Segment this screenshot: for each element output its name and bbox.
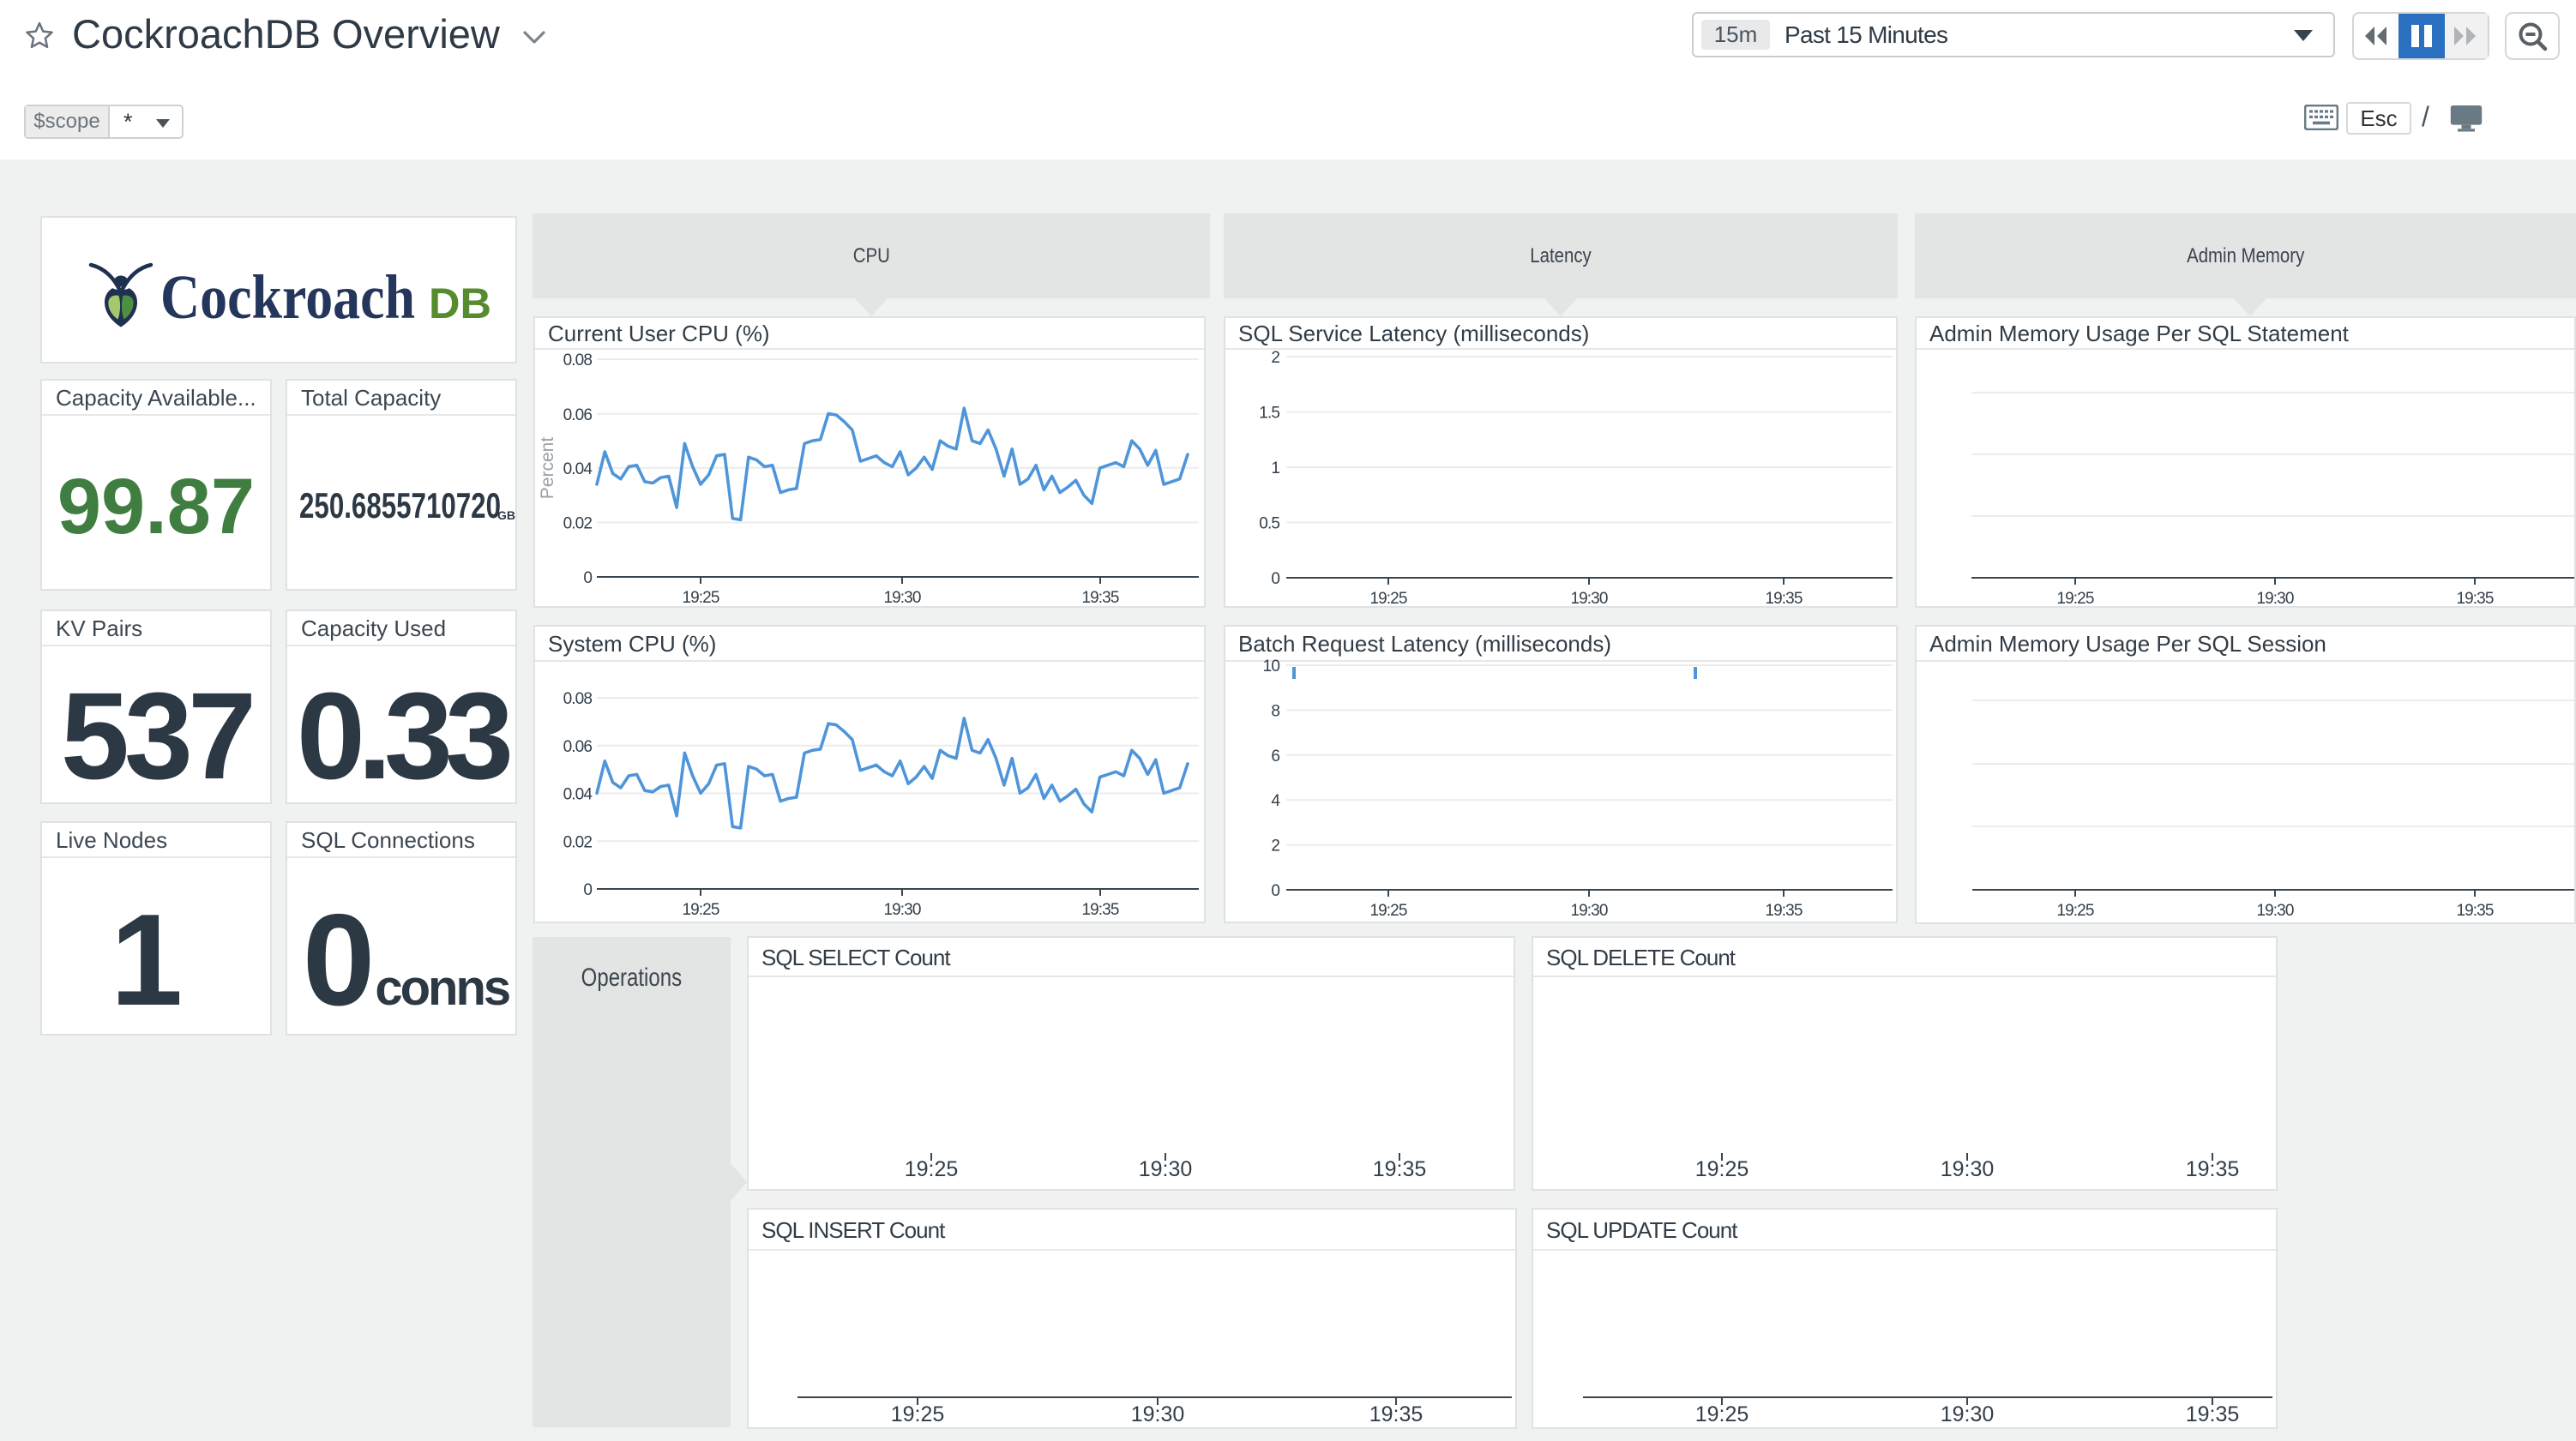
svg-text:0: 0 [1271,882,1279,900]
svg-text:0: 0 [1271,570,1279,588]
svg-text:0.08: 0.08 [563,351,593,369]
svg-text:2: 2 [1271,349,1279,367]
svg-text:250.6855710720: 250.6855710720 [299,485,501,525]
svg-text:19:35: 19:35 [2186,1157,2240,1181]
svg-text:19:35: 19:35 [2186,1402,2240,1426]
svg-text:0.5: 0.5 [1259,515,1279,533]
svg-text:Cockroach: Cockroach [160,262,415,332]
svg-text:19:25: 19:25 [1369,590,1406,606]
svg-text:19:35: 19:35 [1081,901,1118,919]
svg-text:19:30: 19:30 [1131,1402,1185,1426]
svg-text:19:25: 19:25 [2056,590,2093,606]
svg-text:0.04: 0.04 [563,460,593,478]
svg-text:DB: DB [429,279,491,327]
svg-text:19:35: 19:35 [1081,589,1118,606]
svg-text:0.02: 0.02 [563,833,593,851]
svg-text:2: 2 [1271,838,1279,856]
svg-text:0: 0 [583,569,592,587]
svg-text:19:35: 19:35 [2456,902,2493,920]
svg-text:19:25: 19:25 [2056,902,2093,920]
svg-text:19:25: 19:25 [682,589,719,606]
svg-text:0.02: 0.02 [563,515,593,533]
svg-text:19:35: 19:35 [1373,1157,1427,1181]
svg-text:19:35: 19:35 [1765,902,1802,920]
svg-text:19:30: 19:30 [2256,902,2293,920]
svg-text:19:35: 19:35 [1765,590,1802,606]
svg-text:0.04: 0.04 [563,786,593,804]
svg-text:4: 4 [1271,792,1280,810]
svg-text:19:30: 19:30 [883,901,920,919]
svg-text:0.06: 0.06 [563,738,593,756]
svg-text:1: 1 [1271,459,1279,477]
svg-text:19:25: 19:25 [891,1402,945,1426]
svg-text:0.08: 0.08 [563,690,593,708]
svg-text:19:25: 19:25 [1369,902,1406,920]
svg-text:19:35: 19:35 [1369,1402,1423,1426]
svg-text:Percent: Percent [538,437,557,500]
svg-text:19:30: 19:30 [883,589,920,606]
svg-text:19:30: 19:30 [1941,1157,1995,1181]
svg-text:19:25: 19:25 [1695,1157,1749,1181]
svg-text:GB: GB [497,508,515,522]
svg-text:8: 8 [1271,702,1279,720]
svg-text:19:25: 19:25 [1695,1402,1749,1426]
svg-text:0.06: 0.06 [563,406,593,424]
svg-text:19:30: 19:30 [2256,590,2293,606]
svg-text:19:30: 19:30 [1139,1157,1193,1181]
svg-text:0: 0 [583,881,592,899]
svg-text:19:30: 19:30 [1941,1402,1995,1426]
svg-text:10: 10 [1263,657,1280,675]
svg-text:19:35: 19:35 [2456,590,2493,606]
svg-text:19:30: 19:30 [1570,590,1607,606]
svg-text:19:25: 19:25 [905,1157,959,1181]
svg-text:19:30: 19:30 [1570,902,1607,920]
svg-text:1.5: 1.5 [1259,405,1279,423]
svg-text:19:25: 19:25 [682,901,719,919]
svg-text:6: 6 [1271,748,1279,766]
